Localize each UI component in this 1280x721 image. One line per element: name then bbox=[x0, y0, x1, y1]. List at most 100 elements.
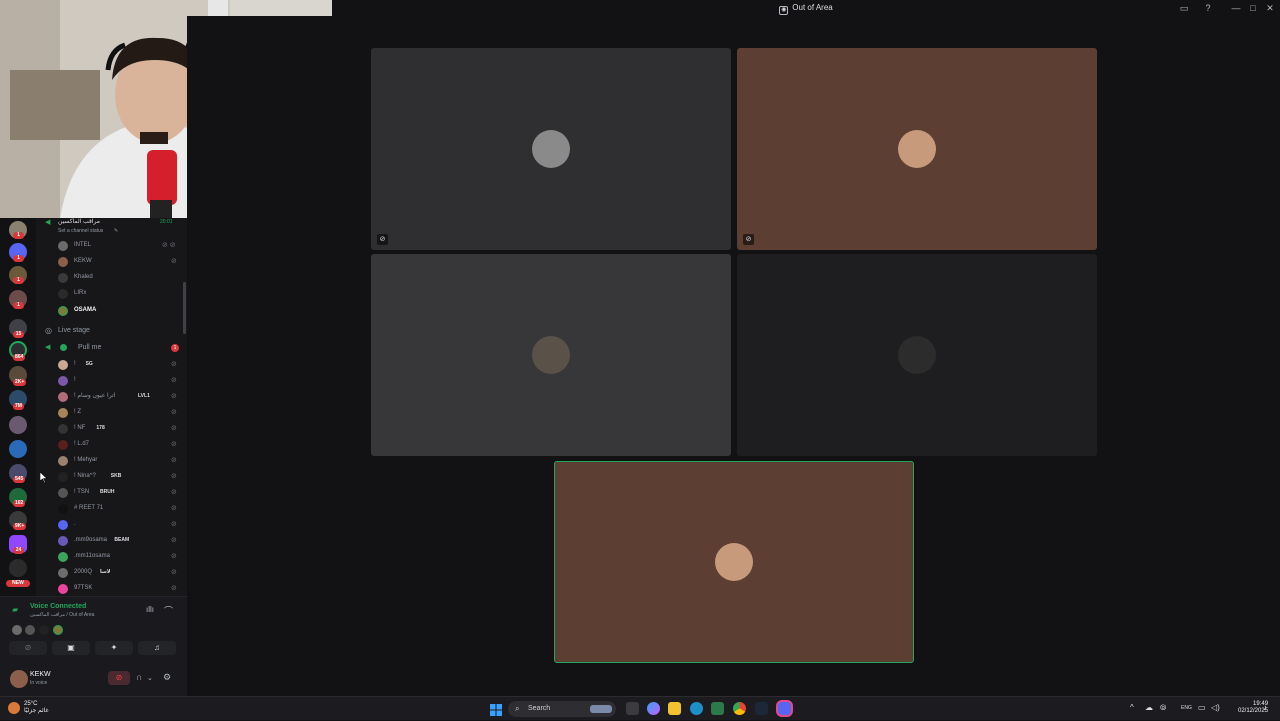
cloud-icon[interactable]: ☁ bbox=[1145, 703, 1153, 712]
close-button[interactable]: ✕ bbox=[1263, 2, 1277, 14]
pull-user[interactable]: . ⊘ bbox=[36, 517, 187, 532]
chevron-down-icon[interactable]: ⌄ bbox=[147, 674, 153, 682]
windows-start-icon[interactable] bbox=[490, 703, 502, 716]
weather-widget[interactable]: 25°C غائم جزئيًا bbox=[24, 701, 49, 715]
voice-user[interactable]: INTEL ⊘ ⊘ bbox=[36, 238, 187, 253]
soundboard-button[interactable]: ♫ bbox=[138, 641, 176, 655]
pull-user[interactable]: ! NF 178 ⊘ bbox=[36, 421, 187, 436]
activities-button[interactable]: ✦ bbox=[95, 641, 133, 655]
speaking-participant-tile[interactable] bbox=[554, 461, 914, 663]
server-badge: 1 bbox=[13, 302, 24, 309]
voice-user[interactable]: LIRx bbox=[36, 286, 187, 301]
live-stage-channel[interactable]: ◎ Live stage bbox=[36, 323, 187, 338]
pull-user[interactable]: ! L.d7 ⊘ bbox=[36, 437, 187, 452]
pull-user[interactable]: ! SG ⊘ bbox=[36, 357, 187, 372]
participant-tile[interactable]: ⊘ bbox=[371, 48, 731, 250]
discord-icon[interactable] bbox=[778, 702, 791, 715]
search-placeholder: Search bbox=[528, 705, 551, 712]
maximize-button[interactable]: □ bbox=[1246, 2, 1260, 14]
participant-avatar bbox=[12, 625, 22, 635]
participant-avatar bbox=[53, 625, 63, 635]
pull-me-channel[interactable]: ◀ Pull me 1 bbox=[36, 340, 187, 355]
speaker-icon: ◀ bbox=[45, 344, 51, 351]
network-icon[interactable]: ▭ bbox=[1198, 703, 1206, 712]
pull-user[interactable]: ! TSN BRUH ⊘ bbox=[36, 485, 187, 500]
user-avatar[interactable] bbox=[10, 670, 28, 688]
user-name: INTEL bbox=[74, 242, 92, 248]
channel-status-row[interactable]: Set a channel status ✎ bbox=[36, 226, 187, 236]
participant-tile[interactable] bbox=[371, 254, 731, 456]
settings-gear-icon[interactable]: ⚙ bbox=[163, 672, 171, 683]
camera-button[interactable]: ⊘ bbox=[9, 641, 47, 655]
deafened-icon: ⊘ bbox=[377, 234, 388, 245]
signal-icon: ▰ bbox=[12, 605, 19, 614]
window-title-bar: ◉ Out of Area ▭ ? — □ ✕ bbox=[332, 0, 1280, 16]
file-explorer-icon[interactable] bbox=[668, 702, 681, 715]
user-avatar bbox=[58, 360, 68, 370]
voice-user[interactable]: KEKW ⊘ bbox=[36, 254, 187, 269]
mute-icon: ⊘ bbox=[171, 361, 177, 368]
edge-icon[interactable] bbox=[690, 702, 703, 715]
weather-icon[interactable] bbox=[8, 702, 20, 714]
noise-suppression-icon[interactable]: ıllı bbox=[146, 605, 154, 614]
user-avatar bbox=[58, 568, 68, 578]
mute-icon: ⊘ bbox=[171, 489, 177, 496]
headphones-icon[interactable]: ∩ bbox=[136, 672, 142, 682]
user-avatar bbox=[58, 504, 68, 514]
pull-user[interactable]: ! Nina^? SKB ⊘ bbox=[36, 469, 187, 484]
server-icon[interactable] bbox=[9, 440, 27, 458]
server-icon[interactable] bbox=[9, 559, 27, 577]
current-user-status: In voice bbox=[30, 680, 48, 686]
voice-user[interactable]: Khaled bbox=[36, 270, 187, 285]
user-name: ! L.d7 bbox=[74, 441, 90, 447]
help-icon[interactable]: ? bbox=[1201, 2, 1215, 14]
participant-tile[interactable] bbox=[737, 254, 1097, 456]
pull-user[interactable]: .mm9osama BEAM ⊘ bbox=[36, 533, 187, 548]
pull-user[interactable]: ! ⊘ bbox=[36, 373, 187, 388]
voice-location[interactable]: مراقب الماكسين / Out of Area bbox=[30, 612, 94, 618]
disconnect-icon[interactable]: ⌒ bbox=[164, 604, 173, 617]
voice-user[interactable]: OSAMA bbox=[36, 303, 187, 318]
screen-share-button[interactable]: ▣ bbox=[52, 641, 90, 655]
pull-user[interactable]: # REET 71 ⊘ bbox=[36, 501, 187, 516]
stage-icon: ◎ bbox=[45, 326, 52, 335]
taskbar-search[interactable]: ⌕ Search bbox=[508, 701, 616, 717]
participant-avatar bbox=[898, 130, 936, 168]
copilot-icon[interactable] bbox=[647, 702, 660, 715]
server-badge: 2K+ bbox=[13, 379, 27, 386]
pull-user[interactable]: .mm11osama ⊘ bbox=[36, 549, 187, 564]
store-icon[interactable] bbox=[711, 702, 724, 715]
server-icon[interactable] bbox=[9, 416, 27, 434]
task-view-icon[interactable] bbox=[626, 702, 639, 715]
current-username[interactable]: KEKW bbox=[30, 671, 51, 678]
volume-icon[interactable]: ◁) bbox=[1211, 703, 1220, 712]
tray-chevron-icon[interactable]: ^ bbox=[1130, 703, 1134, 712]
user-avatar bbox=[58, 241, 68, 251]
voice-status[interactable]: Voice Connected bbox=[30, 603, 86, 610]
mute-toggle-button[interactable]: ⊘ bbox=[108, 671, 130, 685]
pull-user[interactable]: ! اترا عيون وسام LVL1 ⊘ bbox=[36, 389, 187, 404]
user-name: ! Mehyar bbox=[74, 457, 98, 463]
user-avatar bbox=[58, 424, 68, 434]
user-name: .mm11osama bbox=[74, 553, 110, 559]
pull-user[interactable]: 97TSK ⊘ bbox=[36, 581, 187, 596]
user-name: OSAMA bbox=[74, 307, 97, 313]
sidebar-scrollbar[interactable] bbox=[183, 282, 186, 334]
screen-share-icon[interactable]: ▭ bbox=[1177, 2, 1191, 14]
pull-user[interactable]: ! Z ⊘ bbox=[36, 405, 187, 420]
pull-user[interactable]: 2000Q لاسا ⊘ bbox=[36, 565, 187, 580]
language-indicator[interactable]: ENG bbox=[1181, 705, 1192, 711]
window-title-text: Out of Area bbox=[792, 3, 833, 12]
user-avatar bbox=[58, 440, 68, 450]
microphone-icon[interactable]: ⦾ bbox=[1160, 703, 1166, 713]
participant-tile[interactable]: ⊘ bbox=[737, 48, 1097, 250]
steam-icon[interactable] bbox=[755, 702, 768, 715]
user-name: LIRx bbox=[74, 290, 87, 296]
pull-user[interactable]: ! Mehyar ⊘ bbox=[36, 453, 187, 468]
notification-icon[interactable]: ♪ bbox=[1263, 703, 1267, 712]
server-badge: 1 bbox=[13, 277, 24, 284]
minimize-button[interactable]: — bbox=[1229, 2, 1243, 14]
chrome-icon[interactable] bbox=[733, 702, 746, 715]
mute-icon: ⊘ bbox=[171, 409, 177, 416]
server-rail: 1 1 1 1 15 864 2K+ 7M 545 102 9K+ 24 NEW bbox=[0, 218, 36, 596]
